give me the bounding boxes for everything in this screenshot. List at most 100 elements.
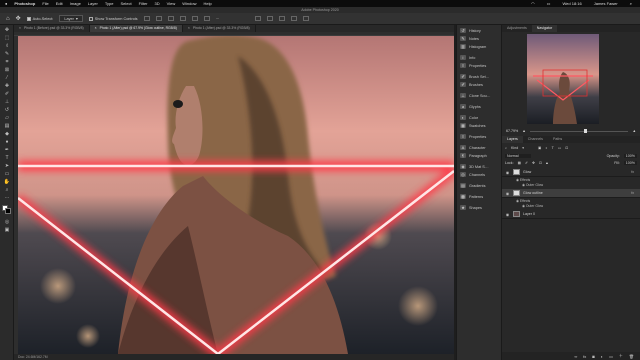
- move-tool-icon[interactable]: ✥: [16, 15, 21, 22]
- panel-swatches[interactable]: ▦ Swatches: [460, 123, 485, 128]
- frame-tool-icon[interactable]: ⊠: [3, 67, 11, 73]
- marquee-tool-icon[interactable]: ⬚: [3, 35, 11, 41]
- align-right-icon[interactable]: [167, 16, 174, 21]
- hand-tool-icon[interactable]: ✋: [3, 179, 11, 185]
- fill-value[interactable]: 100%: [623, 161, 637, 165]
- eye-icon[interactable]: ◉: [505, 212, 510, 217]
- zoom-in-icon[interactable]: ▲: [632, 129, 636, 133]
- crop-tool-icon[interactable]: ⌗: [3, 59, 11, 65]
- battery-icon[interactable]: ▭: [547, 1, 551, 6]
- panel-clone-source[interactable]: ⊥ Clone Sou…: [460, 93, 491, 98]
- layer-effect-outer-glow[interactable]: ◉ Outer Glow: [522, 183, 543, 188]
- orbit-icon[interactable]: [267, 16, 274, 21]
- navigator-zoom-slider[interactable]: [529, 129, 629, 133]
- layer-name[interactable]: Layer 0: [523, 212, 535, 216]
- add-mask-icon[interactable]: ◙: [592, 354, 594, 359]
- tab-navigator[interactable]: Navigator: [531, 25, 558, 32]
- tab-layers[interactable]: Layers: [502, 136, 523, 143]
- panel-info[interactable]: i Info: [460, 55, 475, 60]
- show-transform-option[interactable]: Show Transform Controls: [88, 16, 138, 21]
- align-middle-icon[interactable]: [191, 16, 198, 21]
- eye-icon[interactable]: ◉: [505, 191, 510, 196]
- layer-row-layer-0[interactable]: ◉ Layer 0: [502, 210, 640, 219]
- menu-edit[interactable]: Edit: [56, 1, 63, 6]
- panel-notes[interactable]: ✎ Notes: [460, 36, 479, 41]
- fx-icon[interactable]: fx: [631, 191, 634, 195]
- menu-help[interactable]: Help: [203, 1, 211, 6]
- drag-icon[interactable]: [291, 16, 298, 21]
- roll-icon[interactable]: [279, 16, 286, 21]
- layer-row-glow[interactable]: ◉ Glow fx: [502, 168, 640, 177]
- brush-tool-icon[interactable]: ✐: [3, 91, 11, 97]
- doc-tab-1[interactable]: × Photo 1 (Before).psd @ 33.3% (RGB/8): [14, 25, 90, 32]
- eyedropper-tool-icon[interactable]: ⁄: [3, 75, 11, 81]
- align-center-icon[interactable]: [155, 16, 162, 21]
- home-icon[interactable]: ⌂: [6, 16, 10, 22]
- align-bottom-icon[interactable]: [203, 16, 210, 21]
- layer-row-glow-outline[interactable]: ◉ Glow outline fx: [502, 189, 640, 198]
- lock-all-icon[interactable]: 🔒︎: [546, 161, 548, 165]
- fx-icon[interactable]: fx: [631, 170, 634, 174]
- lock-pixels-icon[interactable]: ✐: [525, 161, 528, 165]
- doc-tab-3[interactable]: × Photo 1 (After).psd @ 33.3% (RGB/8): [183, 25, 256, 32]
- menu-layer[interactable]: Layer: [88, 1, 98, 6]
- add-style-icon[interactable]: fx: [583, 354, 586, 359]
- panel-color[interactable]: ◐ Color: [460, 115, 478, 120]
- more-options-icon[interactable]: ···: [216, 17, 220, 21]
- filter-adjustment-icon[interactable]: ◐: [545, 146, 547, 150]
- panel-patterns[interactable]: ▩ Patterns: [460, 194, 483, 199]
- panel-brush-settings[interactable]: ✐ Brush Set…: [460, 74, 489, 79]
- close-icon[interactable]: ×: [95, 25, 97, 32]
- align-top-icon[interactable]: [179, 16, 186, 21]
- tab-paths[interactable]: Paths: [548, 136, 567, 143]
- panel-paragraph[interactable]: ¶ Paragraph: [460, 153, 487, 158]
- eraser-tool-icon[interactable]: ▱: [3, 115, 11, 121]
- close-icon[interactable]: ×: [19, 25, 21, 32]
- lock-position-icon[interactable]: ✥: [532, 161, 535, 165]
- move-tool-icon[interactable]: ✥: [3, 27, 11, 33]
- more-tools-icon[interactable]: ···: [3, 195, 11, 201]
- panel-brushes[interactable]: ✐ Brushes: [460, 82, 483, 87]
- menu-view[interactable]: View: [167, 1, 176, 6]
- auto-select-checkbox[interactable]: [26, 16, 31, 21]
- adjustment-layer-icon[interactable]: ◐: [601, 354, 603, 359]
- quick-select-tool-icon[interactable]: ✎: [3, 51, 11, 57]
- opacity-value[interactable]: 100%: [623, 154, 637, 158]
- show-transform-checkbox[interactable]: [88, 16, 93, 21]
- lasso-tool-icon[interactable]: ℓ: [3, 43, 11, 49]
- rectangle-tool-icon[interactable]: ▭: [3, 171, 11, 177]
- menu-window[interactable]: Window: [182, 1, 196, 6]
- clone-stamp-tool-icon[interactable]: ⊥: [3, 99, 11, 105]
- apple-icon[interactable]: ●: [5, 1, 7, 6]
- eye-icon[interactable]: ◉: [505, 170, 510, 175]
- user-name[interactable]: James Fawer: [594, 1, 618, 6]
- doc-tab-2[interactable]: × Photo 1 (After).psd @ 67.9% (Glow outl…: [89, 25, 183, 32]
- close-icon[interactable]: ×: [188, 25, 190, 32]
- pen-tool-icon[interactable]: ✒: [3, 147, 11, 153]
- panel-glyphs[interactable]: a Glyphs: [460, 104, 481, 109]
- gradient-tool-icon[interactable]: ▤: [3, 123, 11, 129]
- filter-pixel-icon[interactable]: ▣: [538, 146, 541, 150]
- chevron-down-icon[interactable]: ▾: [522, 146, 524, 150]
- tab-adjustments[interactable]: Adjustments: [502, 25, 532, 32]
- document-canvas[interactable]: [18, 36, 454, 354]
- filter-shape-icon[interactable]: ▭: [558, 146, 561, 150]
- type-tool-icon[interactable]: T: [3, 155, 11, 161]
- history-brush-tool-icon[interactable]: ↺: [3, 107, 11, 113]
- lock-transparent-icon[interactable]: ▦: [518, 161, 521, 165]
- search-icon[interactable]: ⌕: [630, 1, 632, 6]
- slide-icon[interactable]: [303, 16, 310, 21]
- screen-mode-icon[interactable]: ▣: [3, 227, 11, 233]
- new-layer-icon[interactable]: ＋: [619, 353, 623, 359]
- filter-type-icon[interactable]: T: [552, 146, 554, 150]
- menu-file[interactable]: File: [42, 1, 48, 6]
- menu-filter[interactable]: Filter: [139, 1, 148, 6]
- menu-select[interactable]: Select: [120, 1, 131, 6]
- align-left-icon[interactable]: [143, 16, 150, 21]
- panel-shapes[interactable]: ★ Shapes: [460, 205, 482, 210]
- navigator-thumbnail[interactable]: [527, 34, 599, 124]
- panel-character[interactable]: A Character: [460, 145, 486, 150]
- panel-gradients[interactable]: ▤ Gradients: [460, 183, 485, 188]
- background-color-swatch[interactable]: [5, 208, 11, 214]
- kind-filter[interactable]: Kind: [511, 146, 518, 150]
